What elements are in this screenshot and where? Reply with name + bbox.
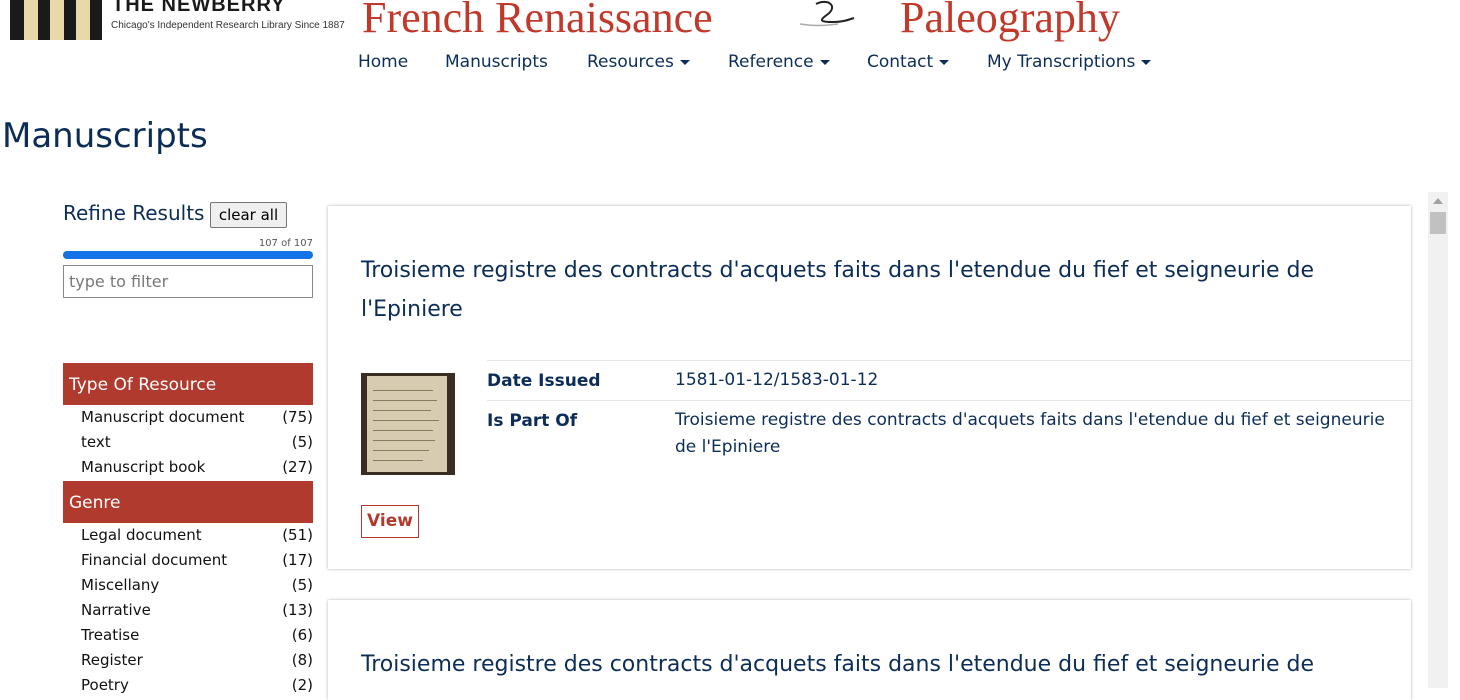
calligraphy-flourish-icon [799, 0, 855, 27]
date-issued-label: Date Issued [487, 371, 601, 391]
nav-manuscripts[interactable]: Manuscripts [445, 52, 548, 72]
nav-reference[interactable]: Reference [728, 52, 830, 72]
result-card: Troisieme registre des contracts d'acque… [328, 206, 1411, 569]
facet-item[interactable]: Treatise (6) [63, 624, 313, 649]
nav-my-transcriptions[interactable]: My Transcriptions [987, 52, 1152, 72]
facet-header-genre[interactable]: Genre [63, 481, 313, 523]
refine-results-heading: Refine Results [63, 201, 205, 225]
scrollbar-thumb[interactable] [1430, 212, 1446, 234]
caret-down-icon [819, 59, 830, 65]
scroll-up-arrow-icon[interactable] [1433, 198, 1443, 204]
results-count: 107 of 107 [258, 238, 313, 249]
progress-fill [63, 251, 313, 259]
facet-item[interactable]: Narrative (13) [63, 599, 313, 624]
page-title: Manuscripts [2, 116, 208, 156]
result-card: Troisieme registre des contracts d'acque… [328, 600, 1411, 700]
facet-item[interactable]: Manuscript document (75) [63, 406, 313, 431]
logo-mark-icon [10, 0, 102, 40]
facet-item[interactable]: Miscellany (5) [63, 574, 313, 599]
view-button[interactable]: View [361, 505, 419, 538]
result-title[interactable]: Troisieme registre des contracts d'acque… [361, 645, 1341, 684]
facet-item[interactable]: Legal document (51) [63, 524, 313, 549]
site-title-right[interactable]: Paleography [900, 0, 1120, 43]
facet-item[interactable]: Manuscript book (27) [63, 456, 313, 481]
is-part-of-label: Is Part Of [487, 411, 578, 431]
date-issued-value: 1581-01-12/1583-01-12 [675, 370, 879, 390]
facet-item[interactable]: text (5) [63, 431, 313, 456]
nav-contact[interactable]: Contact [867, 52, 950, 72]
result-title[interactable]: Troisieme registre des contracts d'acque… [361, 251, 1341, 329]
nav-home[interactable]: Home [358, 52, 408, 72]
nav-resources[interactable]: Resources [587, 52, 690, 72]
filter-input[interactable] [63, 265, 313, 298]
facet-item[interactable]: Financial document (17) [63, 549, 313, 574]
caret-down-icon [679, 59, 690, 65]
caret-down-icon [939, 59, 950, 65]
logo-tagline: Chicago's Independent Research Library S… [111, 20, 345, 31]
is-part-of-value[interactable]: Troisieme registre des contracts d'acque… [675, 407, 1410, 461]
newberry-logo[interactable]: THE NEWBERRY Chicago's Independent Resea… [10, 0, 350, 42]
manuscript-thumbnail[interactable] [361, 373, 455, 475]
facet-item[interactable]: Register (8) [63, 649, 313, 674]
results-progress-bar [63, 251, 313, 259]
scrollbar[interactable] [1428, 192, 1448, 688]
site-title-left[interactable]: French Renaissance [362, 0, 713, 43]
caret-down-icon [1141, 59, 1152, 65]
logo-name: THE NEWBERRY [112, 0, 286, 16]
clear-all-button[interactable]: clear all [210, 202, 287, 228]
facet-header-type-of-resource[interactable]: Type Of Resource [63, 363, 313, 405]
facet-item[interactable]: Poetry (2) [63, 674, 313, 699]
